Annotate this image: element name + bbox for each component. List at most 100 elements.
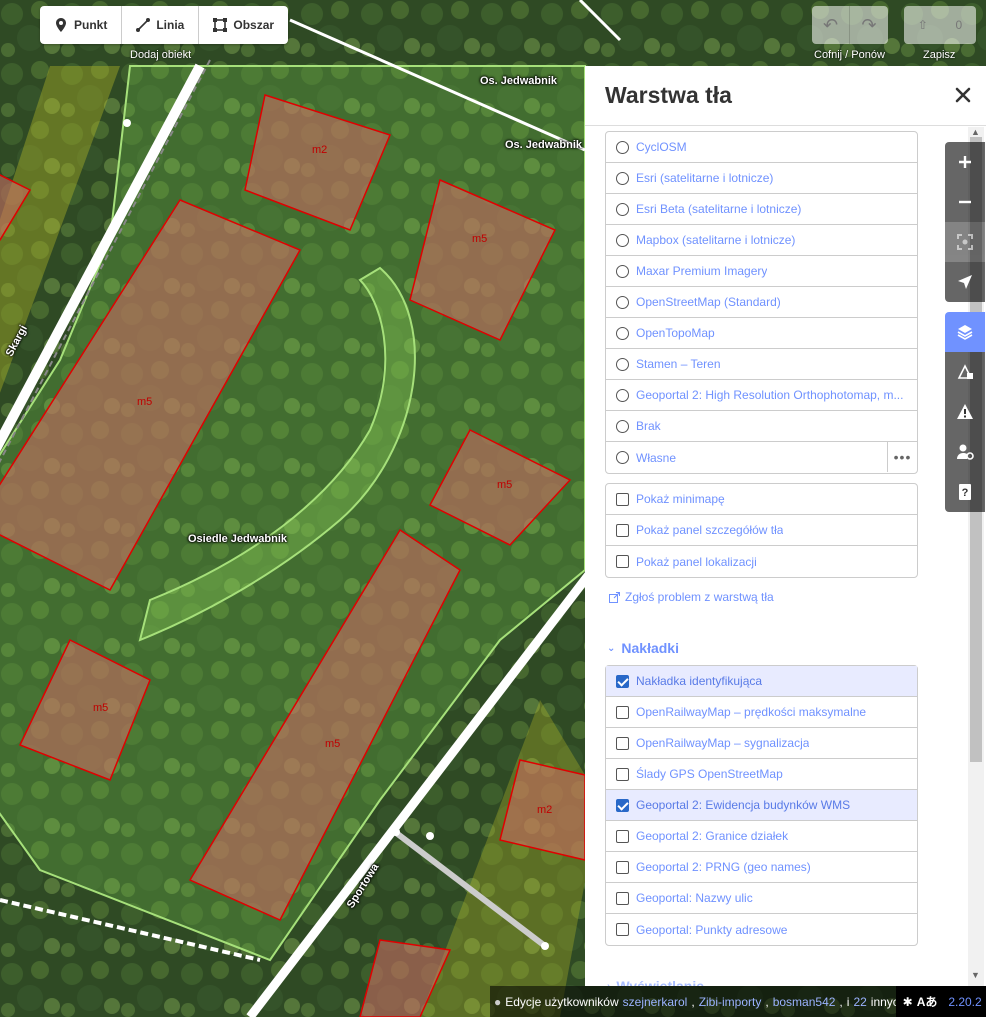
background-layer-item[interactable]: CyclOSM <box>606 132 917 163</box>
display-section-toggle[interactable]: › Wyświetlanie <box>607 978 704 986</box>
background-layer-item[interactable]: Esri (satelitarne i lotnicze) <box>606 163 917 194</box>
add-line-label: Linia <box>156 18 185 32</box>
overlay-item[interactable]: OpenRailwayMap – sygnalizacja <box>606 728 917 759</box>
display-option-item[interactable]: Pokaż panel lokalizacji <box>606 546 917 577</box>
save-button[interactable]: ⇧ 0 <box>904 6 976 44</box>
display-option-item[interactable]: Pokaż panel szczegółów tła <box>606 515 917 546</box>
radio-button[interactable] <box>616 419 629 433</box>
and-word: i <box>846 994 850 1009</box>
radio-button[interactable] <box>616 326 629 340</box>
building-code-label: m2 <box>312 144 328 156</box>
radio-button[interactable] <box>616 233 629 247</box>
layers-icon <box>957 325 973 340</box>
report-issue-label: Zgłoś problem z warstwą tła <box>625 590 774 604</box>
radio-button[interactable] <box>616 171 629 185</box>
zoom-in-button[interactable] <box>945 142 985 182</box>
focus-icon <box>957 234 973 250</box>
scroll-down-icon[interactable]: ▼ <box>971 970 980 980</box>
overlay-item[interactable]: Ślady GPS OpenStreetMap <box>606 759 917 790</box>
radio-button[interactable] <box>616 451 629 464</box>
overlay-item[interactable]: Geoportal 2: Ewidencja budynków WMS <box>606 790 917 821</box>
radio-button[interactable] <box>616 388 629 402</box>
more-options-button[interactable]: ••• <box>887 442 917 472</box>
layer-label: Esri Beta (satelitarne i lotnicze) <box>636 202 802 216</box>
radio-button[interactable] <box>616 202 629 216</box>
checkbox[interactable] <box>616 923 629 936</box>
background-layer-item[interactable]: Brak <box>606 411 917 442</box>
checkbox[interactable] <box>616 860 629 874</box>
bug-icon[interactable]: ✱ <box>903 995 913 1009</box>
overlay-item[interactable]: Geoportal: Punkty adresowe <box>606 914 917 945</box>
location-arrow-icon <box>958 275 972 289</box>
close-icon[interactable] <box>952 84 974 106</box>
background-layer-item[interactable]: Esri Beta (satelitarne i lotnicze) <box>606 194 917 225</box>
undo-redo-caption: Cofnij / Ponów <box>814 49 885 61</box>
overlay-item[interactable]: Geoportal: Nazwy ulic <box>606 883 917 914</box>
building-code-label: m5 <box>497 479 513 491</box>
report-issue-link[interactable]: Zgłoś problem z warstwą tła <box>609 590 774 604</box>
user-link[interactable]: bosman542 <box>773 995 836 1009</box>
checkbox[interactable] <box>616 705 629 719</box>
layer-label: Maxar Premium Imagery <box>636 264 768 278</box>
checkbox[interactable] <box>616 555 629 568</box>
building-code-label: m2 <box>537 804 553 816</box>
background-layer-item[interactable]: OpenTopoMap <box>606 318 917 349</box>
help-pane-button[interactable]: ? <box>945 472 985 512</box>
background-pane-button[interactable] <box>945 312 985 352</box>
zoom-to-selection-button[interactable] <box>945 222 985 262</box>
issues-pane-button[interactable] <box>945 392 985 432</box>
layer-label: OpenStreetMap (Standard) <box>636 295 781 309</box>
add-area-button[interactable]: Obszar <box>199 6 288 44</box>
add-line-button[interactable]: Linia <box>122 6 200 44</box>
radio-button[interactable] <box>616 295 629 309</box>
overlay-item[interactable]: Geoportal 2: PRNG (geo names) <box>606 852 917 883</box>
checkbox[interactable] <box>616 736 629 750</box>
layer-label: Stamen – Teren <box>636 357 721 371</box>
display-option-item[interactable]: Pokaż minimapę <box>606 484 917 515</box>
overlay-item[interactable]: Nakładka identyfikująca <box>606 666 917 697</box>
scroll-up-icon[interactable]: ▲ <box>971 127 980 137</box>
overlay-label: Ślady GPS OpenStreetMap <box>636 767 783 781</box>
background-layer-item[interactable]: OpenStreetMap (Standard) <box>606 287 917 318</box>
redo-button[interactable]: ↷ <box>850 6 888 44</box>
checkbox[interactable] <box>616 674 629 688</box>
separator: , <box>691 994 695 1009</box>
checkbox[interactable] <box>616 492 629 506</box>
overlay-label: Geoportal: Nazwy ulic <box>636 891 753 905</box>
map-data-pane-button[interactable] <box>945 352 985 392</box>
panel-body[interactable]: CyclOSM Esri (satelitarne i lotnicze) Es… <box>585 127 986 986</box>
radio-button[interactable] <box>616 140 629 154</box>
checkbox[interactable] <box>616 891 629 905</box>
checkbox[interactable] <box>616 523 629 537</box>
background-layer-item[interactable]: Własne ••• <box>606 442 917 473</box>
translate-icon[interactable]: Aあ <box>917 993 938 1010</box>
add-point-button[interactable]: Punkt <box>40 6 123 44</box>
overlay-label: Nakładka identyfikująca <box>636 674 763 688</box>
radio-button[interactable] <box>616 264 629 278</box>
background-layer-item[interactable]: Stamen – Teren <box>606 349 917 380</box>
checkbox[interactable] <box>616 767 629 781</box>
radio-button[interactable] <box>616 357 629 371</box>
undo-button[interactable]: ↶ <box>812 6 850 44</box>
layer-label: Własne <box>636 450 677 465</box>
footer: ● Edycje użytkowników szejnerkarol, Zibi… <box>0 986 986 1017</box>
overlay-item[interactable]: Geoportal 2: Granice działek <box>606 821 917 852</box>
checkbox[interactable] <box>616 798 629 812</box>
place-label: Osiedle Jedwabnik <box>188 533 288 545</box>
geolocate-button[interactable] <box>945 262 985 302</box>
version-link[interactable]: 2.20.2 <box>944 986 986 1017</box>
zoom-out-button[interactable] <box>945 182 985 222</box>
user-link[interactable]: szejnerkarol <box>623 995 688 1009</box>
background-layer-item[interactable]: Geoportal 2: High Resolution Orthophotom… <box>606 380 917 411</box>
building-code-label: m5 <box>472 233 488 245</box>
upload-icon: ⇧ <box>917 18 928 32</box>
checkbox[interactable] <box>616 829 629 843</box>
background-layer-item[interactable]: Mapbox (satelitarne i lotnicze) <box>606 225 917 256</box>
overlays-section-toggle[interactable]: ⌄ Nakładki <box>607 640 679 656</box>
user-link[interactable]: Zibi-importy <box>699 995 762 1009</box>
background-panel: Warstwa tła CyclOSM Esri (satelitarne i … <box>585 66 986 986</box>
overlay-item[interactable]: OpenRailwayMap – prędkości maksymalne <box>606 697 917 728</box>
background-layer-item[interactable]: Maxar Premium Imagery <box>606 256 917 287</box>
preferences-pane-button[interactable] <box>945 432 985 472</box>
others-count-link[interactable]: 22 <box>853 995 866 1009</box>
